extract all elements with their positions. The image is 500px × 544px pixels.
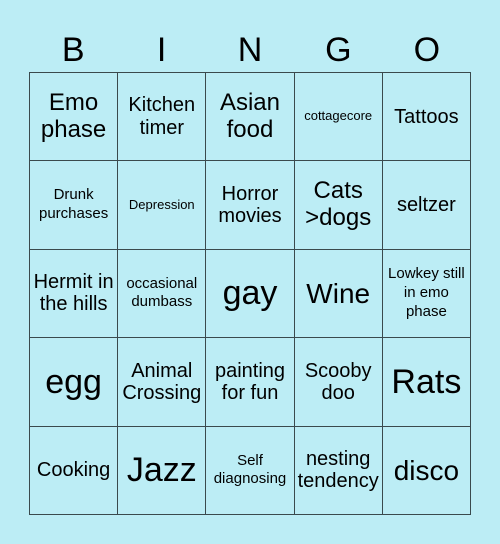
header-letter-i: I	[156, 31, 167, 69]
header-letter-b: B	[61, 31, 85, 69]
bingo-cell[interactable]: disco	[382, 426, 471, 515]
bingo-cell[interactable]: egg	[30, 338, 119, 427]
bingo-cell[interactable]: Drunk purchases	[30, 161, 119, 250]
bingo-cell[interactable]: Rats	[382, 338, 471, 427]
bingo-cell[interactable]: Kitchen timer	[118, 73, 207, 162]
bingo-cell[interactable]: cottagecore	[294, 73, 383, 162]
bingo-cell[interactable]: Horror movies	[206, 161, 295, 250]
header-letter-g: G	[325, 31, 352, 69]
bingo-cell[interactable]: Cooking	[30, 426, 119, 515]
bingo-cell[interactable]: gay	[206, 249, 295, 339]
bingo-cell[interactable]: Asian food	[206, 73, 295, 162]
bingo-cell[interactable]: occasional dumbass	[118, 249, 207, 339]
bingo-header: B I N G O	[29, 28, 471, 72]
bingo-cell[interactable]: Emo phase	[30, 73, 119, 162]
bingo-cell[interactable]: seltzer	[382, 161, 471, 250]
bingo-cell[interactable]: Jazz	[118, 426, 207, 515]
header-letter-o: O	[413, 31, 441, 69]
bingo-cell[interactable]: Lowkey still in emo phase	[382, 249, 471, 339]
bingo-cell[interactable]: Tattoos	[382, 73, 471, 162]
bingo-cell[interactable]: Animal Crossing	[118, 338, 207, 427]
bingo-cell[interactable]: painting for fun	[206, 338, 295, 427]
bingo-cell[interactable]: nesting tendency	[294, 426, 383, 515]
bingo-board: Emo phase Kitchen timer Asian food cotta…	[29, 72, 471, 515]
bingo-cell[interactable]: Self diagnosing	[206, 426, 295, 515]
bingo-cell[interactable]: Scooby doo	[294, 338, 383, 427]
bingo-cell[interactable]: Hermit in the hills	[30, 249, 119, 339]
bingo-cell[interactable]: Cats >dogs	[294, 161, 383, 250]
header-letter-n: N	[237, 31, 263, 69]
bingo-cell[interactable]: Wine	[294, 249, 383, 339]
bingo-cell[interactable]: Depression	[118, 161, 207, 250]
